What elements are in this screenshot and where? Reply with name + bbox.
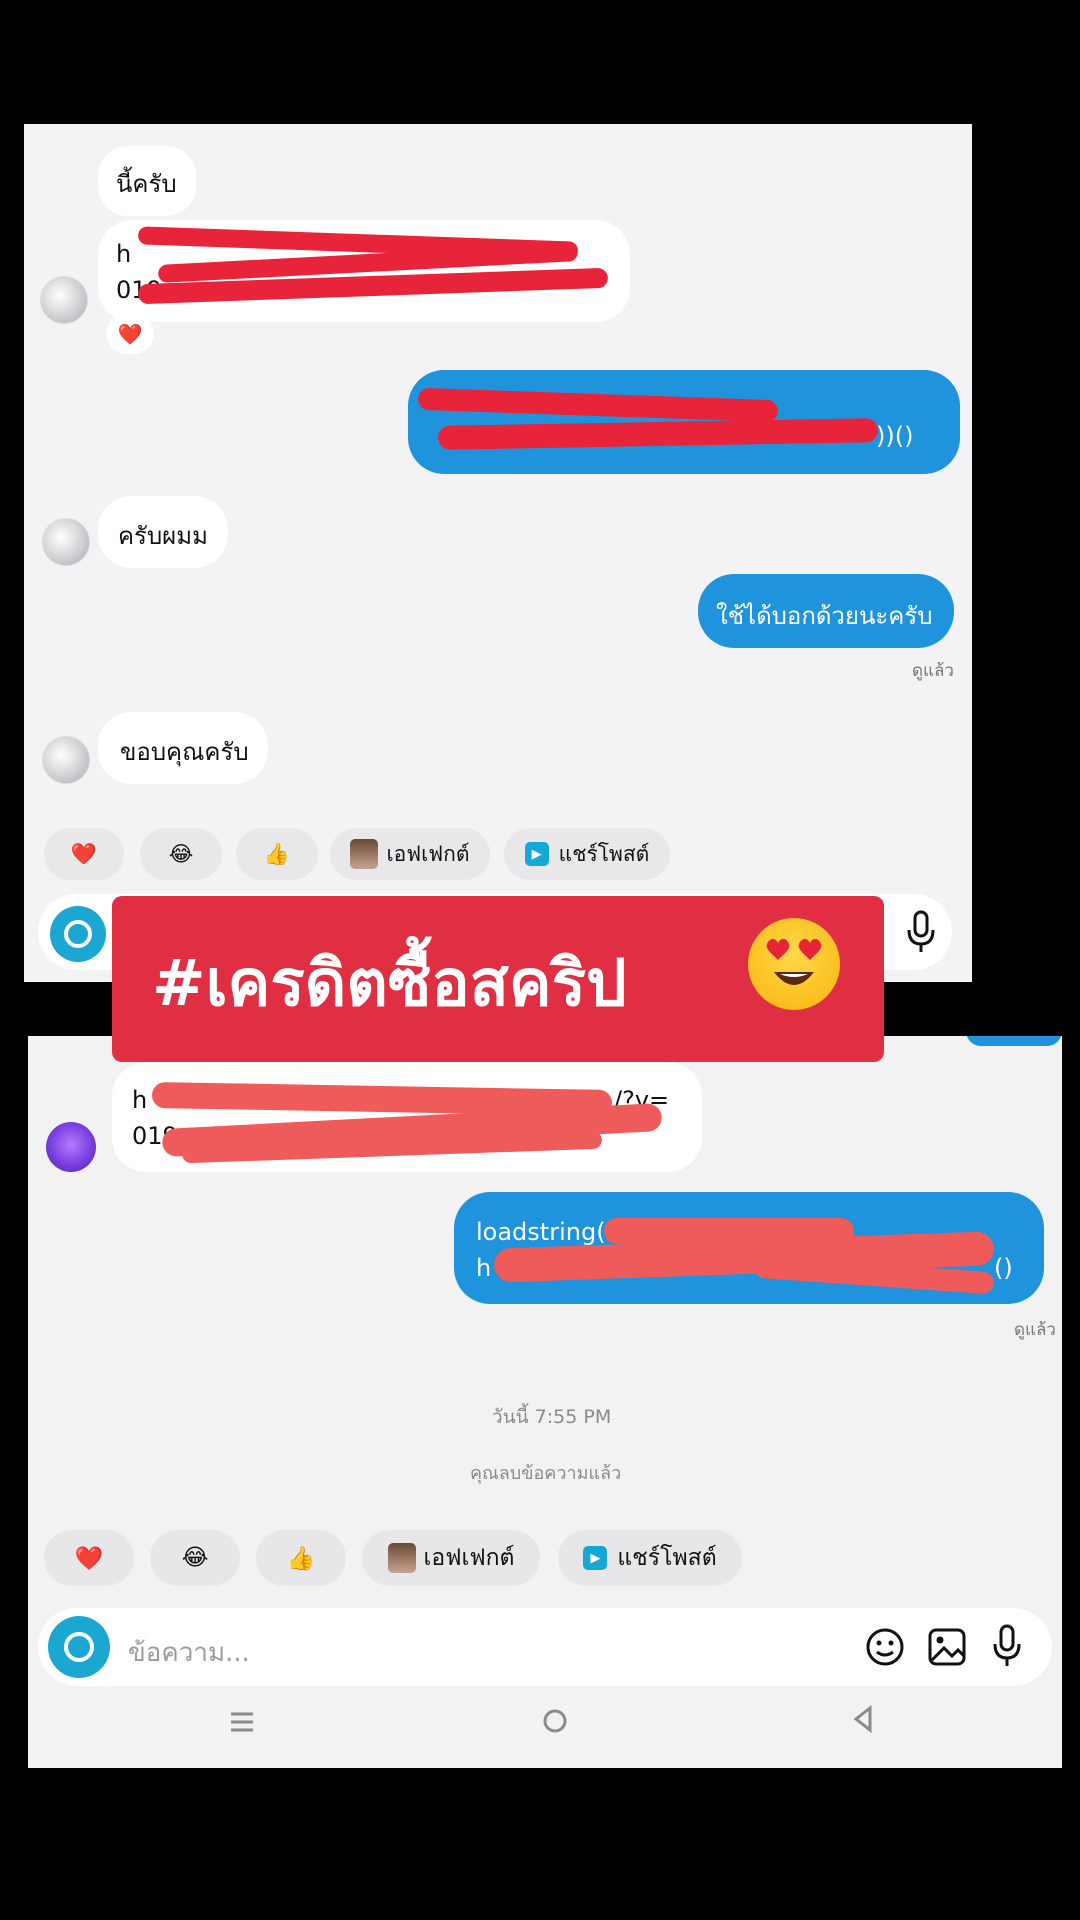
contact-avatar[interactable] (46, 1122, 96, 1172)
microphone-icon[interactable] (990, 1624, 1024, 1674)
thumbs-up-icon: 👍 (263, 841, 291, 866)
quick-reaction-laugh[interactable]: 😂 (140, 828, 222, 880)
play-icon: ▶ (524, 842, 549, 866)
message-text: ใช้ได้บอกด้วยนะครับ (716, 602, 933, 630)
microphone-icon[interactable] (904, 910, 938, 958)
effect-thumbnail-icon (350, 839, 379, 869)
contact-avatar[interactable] (42, 736, 90, 784)
share-post-label: แชร์โพสต์ (617, 1545, 717, 1571)
heart-icon: ❤️ (74, 1545, 104, 1572)
camera-icon (64, 1632, 94, 1662)
link-text-start: h (116, 240, 132, 268)
banner-text: #เครดิตซื้อสคริป (152, 947, 627, 1021)
effects-button[interactable]: เอฟเฟกต์ (330, 828, 490, 880)
incoming-message: ครับผมม (98, 496, 228, 568)
heart-reaction[interactable]: ❤️ (106, 314, 154, 354)
sticker-icon[interactable] (864, 1626, 906, 1672)
camera-icon (64, 920, 92, 948)
bottom-chat-screenshot: h /?v= 019 loadstring( h () ดูแล้ว วันนี… (28, 1036, 1062, 1768)
quick-reaction-thumbs-up[interactable]: 👍 (256, 1530, 346, 1586)
heart-eyes-emoji-icon (748, 918, 840, 1010)
incoming-message: นี้ครับ (98, 146, 196, 216)
outgoing-bubble-edge (966, 1036, 1062, 1046)
quick-reaction-laugh[interactable]: 😂 (150, 1530, 240, 1586)
message-text: ครับผมม (118, 522, 208, 550)
message-text: นี้ครับ (116, 170, 177, 198)
message-text-line2: h (476, 1254, 492, 1282)
redaction-scribble (417, 387, 779, 423)
laughing-face-icon: 😂 (168, 842, 194, 866)
seen-status: ดูแล้ว (1014, 1320, 1056, 1340)
system-navigation-bar (28, 1696, 1062, 1768)
share-post-button[interactable]: ▶ แชร์โพสต์ (558, 1530, 742, 1586)
outgoing-message: ))() (408, 370, 960, 474)
top-chat-screenshot: นี้ครับ h /?v= 019 ❤️ ))() ครับผมม ใช้ได… (24, 124, 972, 982)
effects-button[interactable]: เอฟเฟกต์ (362, 1530, 540, 1586)
share-post-label: แชร์โพสต์ (558, 841, 650, 866)
contact-avatar[interactable] (42, 518, 90, 566)
incoming-message: ขอบคุณครับ (98, 712, 268, 784)
outgoing-message: loadstring( h () (454, 1192, 1044, 1304)
camera-button[interactable] (50, 906, 106, 962)
message-text-tail: () (994, 1254, 1013, 1282)
message-composer[interactable]: ข้อความ... (38, 1608, 1052, 1686)
effects-label: เอฟเฟกต์ (423, 1545, 515, 1571)
quick-reaction-heart[interactable]: ❤️ (44, 1530, 134, 1586)
message-text: ขอบคุณครับ (120, 738, 249, 766)
redaction-scribble (437, 418, 879, 450)
camera-button[interactable] (48, 1616, 110, 1678)
timestamp: วันนี้ 7:55 PM (492, 1406, 612, 1428)
laughing-face-icon: 😂 (181, 1545, 209, 1571)
effects-label: เอฟเฟกต์ (386, 841, 470, 866)
deleted-notice: คุณลบข้อความแล้ว (470, 1463, 622, 1484)
back-icon[interactable] (848, 1704, 878, 1742)
play-icon: ▶ (583, 1546, 608, 1570)
quick-reaction-thumbs-up[interactable]: 👍 (236, 828, 318, 880)
quick-reaction-heart[interactable]: ❤️ (44, 828, 124, 880)
message-input-placeholder[interactable]: ข้อความ... (128, 1632, 250, 1673)
outgoing-message: ใช้ได้บอกด้วยนะครับ (698, 574, 954, 648)
contact-avatar[interactable] (40, 276, 88, 324)
recent-apps-icon[interactable] (228, 1708, 256, 1744)
link-text-start: h (132, 1086, 148, 1114)
gallery-icon[interactable] (926, 1626, 968, 1672)
thumbs-up-icon: 👍 (286, 1545, 316, 1572)
seen-status: ดูแล้ว (912, 661, 954, 681)
effect-thumbnail-icon (387, 1543, 416, 1573)
message-text-tail: ))() (876, 422, 914, 450)
share-post-button[interactable]: ▶ แชร์โพสต์ (504, 828, 670, 880)
home-icon[interactable] (540, 1706, 570, 1744)
message-text: loadstring( (476, 1218, 606, 1246)
heart-icon: ❤️ (70, 841, 98, 866)
incoming-link-message[interactable]: h /?v= 019 (98, 220, 630, 322)
incoming-link-message[interactable]: h /?v= 019 (112, 1062, 702, 1172)
